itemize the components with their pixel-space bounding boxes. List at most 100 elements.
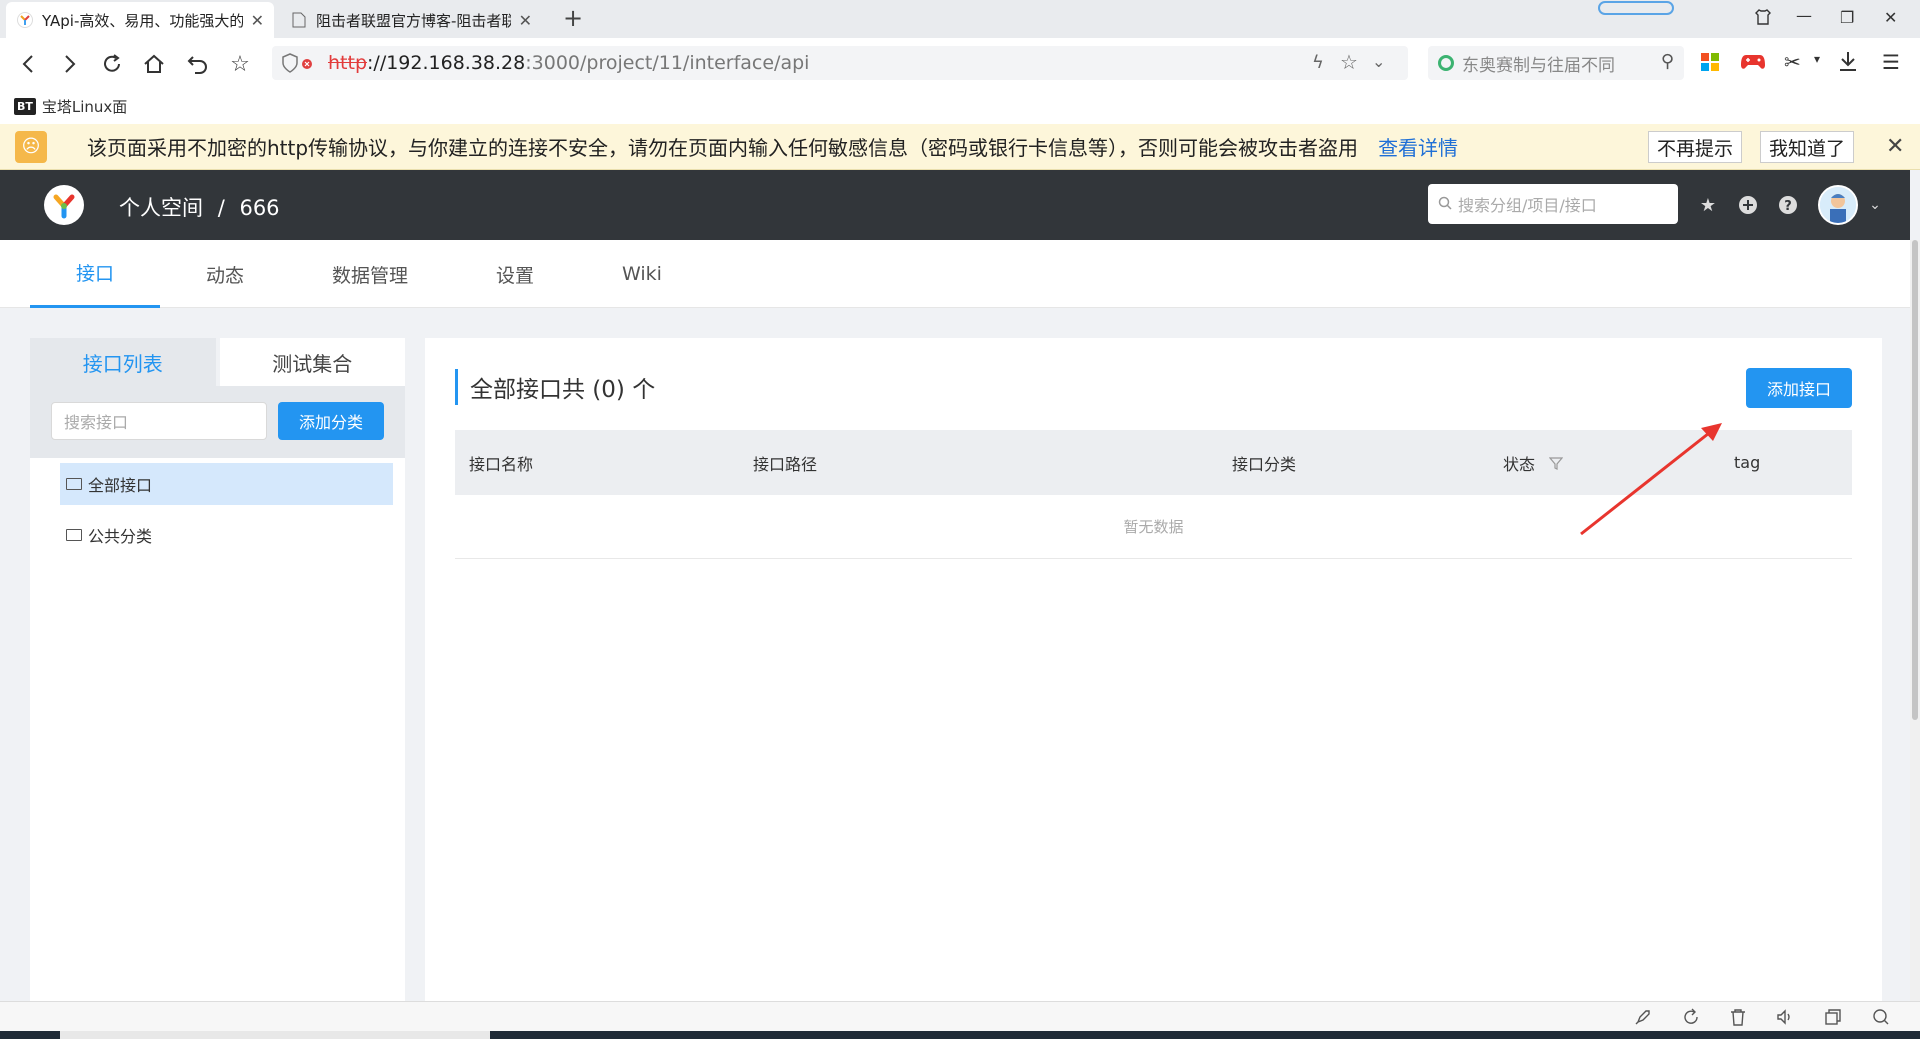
- search-placeholder: 搜索分组/项目/接口: [1458, 196, 1597, 215]
- skin-icon[interactable]: [1754, 8, 1772, 30]
- tab-activity[interactable]: 动态: [180, 240, 270, 308]
- search-icon: [1438, 195, 1452, 214]
- security-shield-icon[interactable]: [282, 53, 316, 78]
- taskbar-active-item[interactable]: [60, 1031, 490, 1039]
- insecure-warning-bar: ☹ 该页面采用不加密的http传输协议，与你建立的连接不安全，请勿在页面内输入任…: [0, 124, 1920, 170]
- url-scheme: http: [328, 52, 368, 74]
- add-category-button[interactable]: 添加分类: [278, 402, 384, 440]
- scissors-icon[interactable]: ✂: [1784, 50, 1801, 74]
- sidebar-item-all-interfaces[interactable]: 全部接口: [60, 463, 393, 505]
- sidebar-item-label: 全部接口: [88, 476, 153, 495]
- trash-icon[interactable]: [1730, 1008, 1746, 1031]
- browser-status-bar: [0, 1001, 1920, 1031]
- column-interface-category: 接口分类: [1232, 454, 1297, 474]
- got-it-button[interactable]: 我知道了: [1760, 131, 1855, 163]
- yapi-header: 个人空间 / 666 搜索分组/项目/接口 ★ ? ⌄: [0, 170, 1910, 240]
- browser-tab-bar: YApi-高效、易用、功能强大的 ✕ 阻击者联盟官方博客-阻击者联 ✕ + — …: [0, 0, 1920, 38]
- tab-test-collection[interactable]: 测试集合: [219, 338, 405, 386]
- annotation-arrow: [1580, 423, 1722, 536]
- back-icon[interactable]: [14, 50, 42, 78]
- close-tab-icon[interactable]: ✕: [519, 11, 532, 30]
- browser-tab-yapi[interactable]: YApi-高效、易用、功能强大的 ✕: [6, 2, 274, 38]
- new-tab-icon[interactable]: +: [563, 6, 583, 30]
- bookmarks-bar: BT 宝塔Linux面: [0, 88, 1920, 124]
- warning-face-icon: ☹: [15, 130, 47, 163]
- tab-settings[interactable]: 设置: [470, 240, 560, 308]
- forward-icon[interactable]: [56, 50, 84, 78]
- avatar[interactable]: [1818, 185, 1858, 225]
- folder-icon: [66, 478, 82, 490]
- breadcrumb-project[interactable]: 666: [239, 196, 279, 220]
- dont-show-again-button[interactable]: 不再提示: [1648, 131, 1743, 163]
- tab-title: YApi-高效、易用、功能强大的: [42, 11, 243, 30]
- filter-icon[interactable]: [1549, 430, 1563, 495]
- undo-close-icon[interactable]: [184, 50, 212, 78]
- close-warning-icon[interactable]: ✕: [1886, 134, 1904, 159]
- page-favicon-icon: [290, 11, 308, 29]
- close-window-icon[interactable]: ✕: [1884, 8, 1897, 27]
- restore-icon[interactable]: ❐: [1840, 8, 1854, 27]
- project-search-input[interactable]: 搜索分组/项目/接口: [1428, 184, 1678, 224]
- chevron-down-icon[interactable]: ⌄: [1372, 52, 1385, 71]
- tab-interface[interactable]: 接口: [30, 240, 160, 308]
- search-engine-icon: [1438, 55, 1454, 71]
- volume-icon[interactable]: [1776, 1008, 1794, 1031]
- gamepad-icon[interactable]: [1740, 50, 1766, 76]
- reload-icon[interactable]: [98, 50, 126, 78]
- folder-icon: [66, 529, 82, 541]
- bookmark-baota[interactable]: 宝塔Linux面: [42, 96, 127, 117]
- page-scrollbar[interactable]: [1910, 240, 1920, 1001]
- star-icon[interactable]: ★: [1697, 194, 1719, 216]
- column-tag: tag: [1734, 453, 1761, 472]
- column-interface-path: 接口路径: [753, 454, 818, 474]
- browser-tab-blog[interactable]: 阻击者联盟官方博客-阻击者联 ✕: [280, 2, 542, 38]
- status-pill: [1598, 1, 1674, 15]
- search-icon[interactable]: ⚲: [1661, 51, 1674, 72]
- tab-data-management[interactable]: 数据管理: [320, 240, 420, 308]
- menu-icon[interactable]: ☰: [1882, 50, 1900, 74]
- breadcrumb-separator: /: [217, 196, 225, 220]
- favorite-star-icon[interactable]: ☆: [1340, 50, 1358, 74]
- refresh-icon[interactable]: [1682, 1008, 1700, 1031]
- lightning-icon[interactable]: ϟ: [1312, 52, 1324, 73]
- svg-text:?: ?: [1784, 199, 1792, 214]
- column-interface-name: 接口名称: [469, 454, 534, 474]
- window-icon[interactable]: [1824, 1008, 1842, 1031]
- bookmark-star-icon[interactable]: ☆: [226, 50, 254, 78]
- tab-title: 阻击者联盟官方博客-阻击者联: [316, 11, 511, 30]
- search-suggestion: 东奥赛制与往届不同: [1462, 55, 1615, 76]
- apps-icon[interactable]: [1700, 52, 1720, 76]
- minimize-icon[interactable]: —: [1796, 6, 1812, 25]
- help-icon[interactable]: ?: [1777, 194, 1799, 216]
- os-taskbar: [0, 1031, 1920, 1039]
- add-circle-icon[interactable]: [1737, 194, 1759, 216]
- browser-search-field[interactable]: 东奥赛制与往届不同 ⚲: [1428, 46, 1684, 80]
- scissors-dropdown-icon[interactable]: ▾: [1814, 52, 1820, 66]
- yapi-favicon-icon: [16, 11, 34, 29]
- tab-wiki[interactable]: Wiki: [600, 240, 684, 308]
- close-tab-icon[interactable]: ✕: [251, 11, 264, 30]
- sidebar-item-public-category[interactable]: 公共分类: [60, 514, 393, 556]
- warning-text: 该页面采用不加密的http传输协议，与你建立的连接不安全，请勿在页面内输入任何敏…: [87, 136, 1359, 160]
- add-interface-button[interactable]: 添加接口: [1746, 368, 1852, 408]
- chevron-down-icon[interactable]: ⌄: [1864, 194, 1886, 216]
- url-path: :3000/project/11/interface/api: [525, 52, 810, 74]
- zoom-icon[interactable]: [1872, 1008, 1890, 1031]
- url-host: ://192.168.38.28: [367, 52, 526, 74]
- tab-interface-list[interactable]: 接口列表: [30, 338, 216, 386]
- yapi-logo-icon[interactable]: [44, 185, 84, 225]
- interface-sidebar: 接口列表 测试集合 搜索接口 添加分类 全部接口 公共分类: [30, 338, 405, 1001]
- rocket-icon[interactable]: [1634, 1008, 1652, 1031]
- sidebar-item-label: 公共分类: [88, 527, 153, 546]
- project-subnav: 接口 动态 数据管理 设置 Wiki: [0, 240, 1910, 308]
- home-icon[interactable]: [140, 50, 168, 78]
- download-icon[interactable]: [1838, 50, 1858, 76]
- breadcrumb-space[interactable]: 个人空间: [119, 196, 203, 220]
- breadcrumb: 个人空间 / 666: [119, 192, 280, 222]
- sidebar-tabs: 接口列表 测试集合: [30, 338, 405, 386]
- scrollbar-thumb[interactable]: [1912, 240, 1918, 720]
- url-field[interactable]: http://192.168.38.28:3000/project/11/int…: [272, 46, 1408, 80]
- interface-search-input[interactable]: 搜索接口: [51, 402, 267, 440]
- view-details-link[interactable]: 查看详情: [1378, 132, 1458, 161]
- bt-logo-icon: BT: [14, 97, 36, 115]
